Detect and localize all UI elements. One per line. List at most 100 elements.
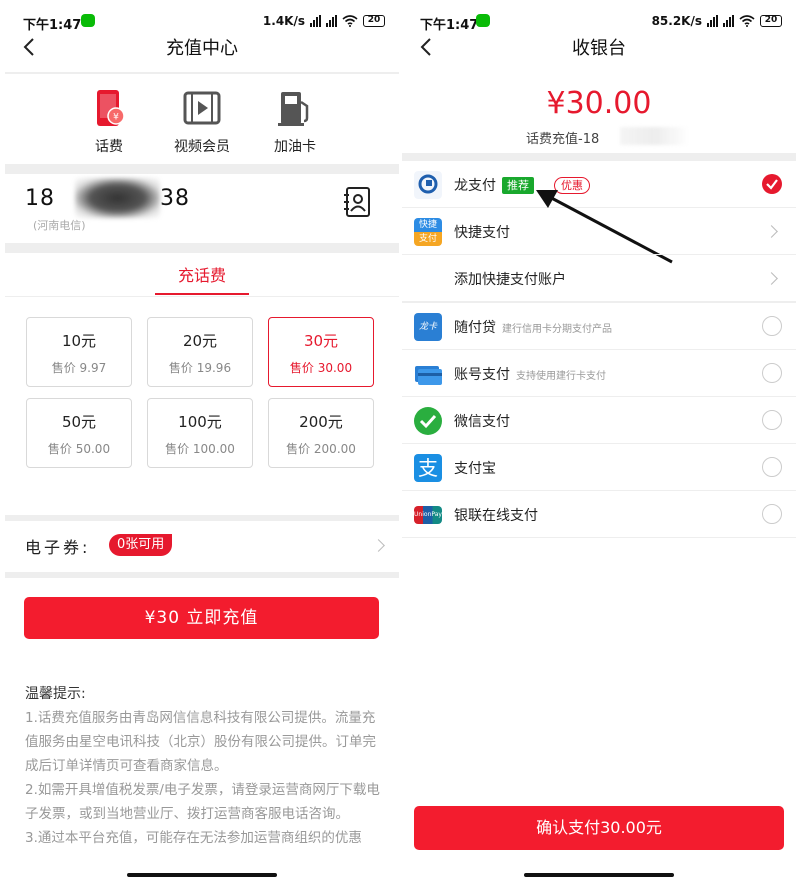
network-speed: 1.4K/s bbox=[262, 14, 305, 28]
radio-button[interactable] bbox=[762, 457, 782, 477]
battery-icon: 20 bbox=[760, 15, 782, 27]
divider bbox=[5, 72, 399, 74]
recharge-option-10[interactable]: 10元 售价 9.97 bbox=[26, 317, 132, 387]
option-price: 售价 30.00 bbox=[289, 361, 353, 375]
chevron-right-icon[interactable] bbox=[372, 539, 385, 552]
selected-check-icon[interactable] bbox=[762, 174, 782, 194]
category-label: 加油卡 bbox=[274, 139, 316, 155]
signal-icon bbox=[707, 15, 718, 27]
method-name: 随付贷 bbox=[454, 320, 496, 336]
order-description: 话费充值-18 bbox=[526, 132, 600, 147]
divider bbox=[5, 243, 399, 253]
add-quick-pay-account[interactable]: 添加快捷支付账户 bbox=[402, 255, 796, 302]
header-bar: 收银台 bbox=[402, 30, 796, 68]
category-phone-bill[interactable]: ¥ 话费 bbox=[67, 88, 151, 156]
method-name: 快捷支付 bbox=[454, 225, 510, 241]
back-arrow-icon[interactable] bbox=[418, 36, 434, 58]
tab-indicator bbox=[155, 293, 249, 295]
quick-pay-icon: 快捷 支付 bbox=[414, 218, 442, 246]
page-title: 收银台 bbox=[572, 38, 626, 59]
method-subtitle: 支持使用建行卡支付 bbox=[516, 371, 606, 382]
divider bbox=[402, 153, 796, 161]
order-number-redaction bbox=[620, 127, 690, 145]
method-name: 银联在线支付 bbox=[454, 508, 538, 524]
wechat-notification-icon bbox=[476, 14, 490, 27]
phone-bill-icon: ¥ bbox=[89, 88, 129, 128]
signal-icon bbox=[310, 15, 321, 27]
divider bbox=[5, 164, 399, 174]
tab-recharge-bill[interactable]: 充话费 bbox=[155, 262, 249, 286]
recharge-option-50[interactable]: 50元 售价 50.00 bbox=[26, 398, 132, 468]
payment-amount: ¥30.00 bbox=[546, 86, 652, 121]
method-name: 龙支付 bbox=[454, 178, 496, 194]
radio-button[interactable] bbox=[762, 504, 782, 524]
radio-button[interactable] bbox=[762, 316, 782, 336]
method-subtitle: 建行信用卡分期支付产品 bbox=[502, 324, 612, 335]
option-face-value: 50元 bbox=[61, 413, 97, 431]
option-face-value: 10元 bbox=[61, 332, 97, 350]
option-face-value: 100元 bbox=[178, 413, 222, 431]
video-membership-icon bbox=[182, 88, 222, 128]
method-name: 支付宝 bbox=[454, 461, 496, 477]
long-pay-icon bbox=[414, 171, 442, 199]
option-price: 售价 100.00 bbox=[165, 442, 235, 456]
home-indicator[interactable] bbox=[524, 873, 674, 877]
account-card-icon bbox=[415, 366, 442, 385]
option-face-value: 200元 bbox=[299, 413, 343, 431]
back-arrow-icon[interactable] bbox=[21, 36, 37, 58]
chevron-right-icon[interactable] bbox=[765, 272, 778, 285]
recharge-option-100[interactable]: 100元 售价 100.00 bbox=[147, 398, 253, 468]
category-label: 话费 bbox=[95, 139, 123, 155]
option-price: 售价 50.00 bbox=[47, 442, 111, 456]
option-price: 售价 19.96 bbox=[168, 361, 232, 375]
category-video-membership[interactable]: 视频会员 bbox=[160, 88, 244, 156]
method-name: 添加快捷支付账户 bbox=[454, 272, 566, 288]
wechat-notification-icon bbox=[81, 14, 95, 27]
divider bbox=[5, 296, 399, 297]
tips-body: 1.话费充值服务由青岛网信信息科技有限公司提供。流量充值服务由星空电讯科技（北京… bbox=[25, 710, 380, 846]
payment-method-unionpay[interactable]: UnionPay 银联在线支付 bbox=[402, 491, 796, 538]
payment-method-sui-fu-dai[interactable]: 龙卡 随付贷 建行信用卡分期支付产品 bbox=[402, 303, 796, 350]
home-indicator[interactable] bbox=[127, 873, 277, 877]
payment-method-account-pay[interactable]: 账号支付 支持使用建行卡支付 bbox=[402, 350, 796, 397]
signal-icon-2 bbox=[326, 15, 337, 27]
payment-method-alipay[interactable]: 支 支付宝 bbox=[402, 444, 796, 491]
cashier-screen: 下午1:47 85.2K/s 20 收银台 ¥30.00 话费充值-18 龙支付… bbox=[402, 0, 796, 883]
recharge-option-200[interactable]: 200元 售价 200.00 bbox=[268, 398, 374, 468]
radio-button[interactable] bbox=[762, 363, 782, 383]
payment-method-wechat-pay[interactable]: 微信支付 bbox=[402, 397, 796, 444]
chevron-right-icon[interactable] bbox=[765, 225, 778, 238]
confirm-payment-button[interactable]: 确认支付30.00元 bbox=[414, 806, 784, 850]
category-label: 视频会员 bbox=[174, 139, 230, 155]
recharge-option-20[interactable]: 20元 售价 19.96 bbox=[147, 317, 253, 387]
method-name: 微信支付 bbox=[454, 414, 510, 430]
credit-card-icon: 龙卡 bbox=[414, 313, 442, 341]
recharge-now-button[interactable]: ¥30 立即充值 bbox=[24, 597, 379, 639]
phone-number-redaction bbox=[75, 178, 160, 218]
divider bbox=[5, 515, 399, 521]
radio-button[interactable] bbox=[762, 410, 782, 430]
page-title: 充值中心 bbox=[166, 38, 238, 59]
voucher-badge[interactable]: 0张可用 bbox=[109, 534, 173, 556]
divider bbox=[5, 572, 399, 578]
wechat-pay-icon bbox=[414, 407, 442, 435]
signal-icon-2 bbox=[723, 15, 734, 27]
wifi-icon bbox=[739, 15, 755, 27]
wifi-icon bbox=[342, 15, 358, 27]
header-bar: 充值中心 bbox=[5, 30, 399, 68]
category-fuel-card[interactable]: 加油卡 bbox=[253, 88, 337, 156]
alipay-icon: 支 bbox=[414, 454, 442, 482]
option-price: 售价 9.97 bbox=[51, 361, 107, 375]
payment-method-quick-pay[interactable]: 快捷 支付 快捷支付 bbox=[402, 208, 796, 255]
svg-text:¥: ¥ bbox=[113, 113, 119, 123]
tips-title: 温馨提示: bbox=[25, 686, 86, 702]
fuel-card-icon bbox=[275, 88, 315, 128]
recharge-option-30[interactable]: 30元 售价 30.00 bbox=[268, 317, 374, 387]
recharge-screen: 下午1:47 1.4K/s 20 充值中心 ¥ 话费 视频会员 加油卡 18 3… bbox=[5, 0, 399, 883]
option-face-value: 30元 bbox=[303, 332, 339, 350]
contacts-book-icon[interactable] bbox=[343, 186, 371, 218]
unionpay-icon: UnionPay bbox=[414, 506, 442, 524]
option-face-value: 20元 bbox=[182, 332, 218, 350]
carrier-label: (河南电信) bbox=[33, 219, 86, 232]
battery-icon: 20 bbox=[363, 15, 385, 27]
